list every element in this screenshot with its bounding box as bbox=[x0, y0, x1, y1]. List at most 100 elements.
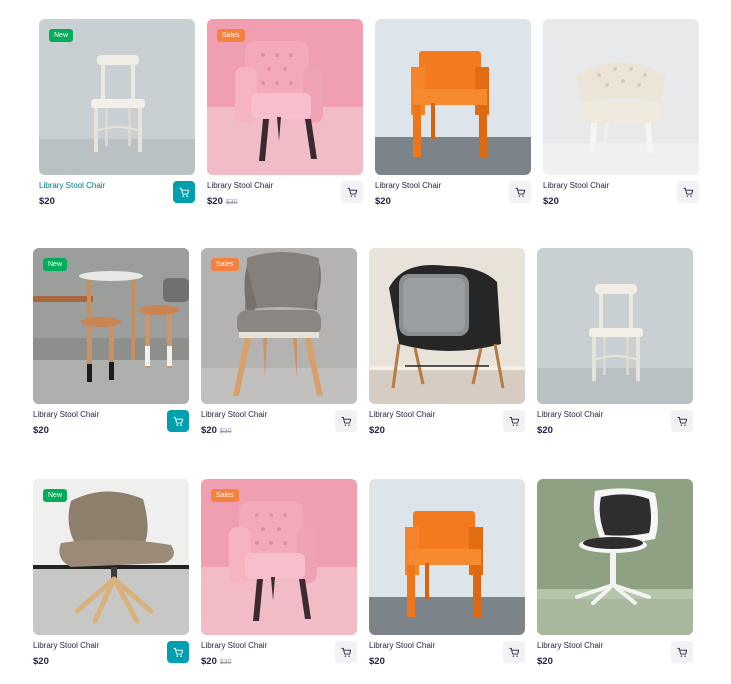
product-price: $20 bbox=[369, 425, 385, 436]
add-to-cart-button[interactable] bbox=[341, 181, 363, 203]
add-to-cart-button[interactable] bbox=[167, 410, 189, 432]
product-image[interactable]: New bbox=[39, 19, 195, 175]
add-to-cart-button[interactable] bbox=[335, 410, 357, 432]
product-card-1-1[interactable]: New Library Stool Chair $20 bbox=[39, 19, 195, 221]
add-to-cart-button[interactable] bbox=[335, 641, 357, 663]
product-photo-white-wooden-chair bbox=[39, 19, 195, 175]
product-photo-pink-armchair bbox=[207, 19, 363, 175]
product-name[interactable]: Library Stool Chair bbox=[375, 181, 531, 190]
product-photo-lounge-chair bbox=[33, 479, 189, 635]
product-image[interactable]: Sales bbox=[201, 248, 357, 404]
product-photo-office-swivel-chair bbox=[537, 479, 693, 635]
price-line: $20 bbox=[543, 196, 699, 207]
product-card-3-3[interactable]: Library Stool Chair $20 bbox=[369, 479, 525, 681]
product-image[interactable]: New bbox=[33, 479, 189, 635]
product-image[interactable] bbox=[369, 479, 525, 635]
price-line: $20 bbox=[369, 656, 525, 667]
product-name[interactable]: Library Stool Chair bbox=[201, 410, 357, 419]
product-badge: Sales bbox=[217, 29, 245, 42]
product-image[interactable] bbox=[369, 248, 525, 404]
product-card-1-3[interactable]: Library Stool Chair $20 bbox=[375, 19, 531, 221]
product-name[interactable]: Library Stool Chair bbox=[201, 641, 357, 650]
product-name[interactable]: Library Stool Chair bbox=[543, 181, 699, 190]
price-line: $20 $30 bbox=[207, 196, 363, 207]
product-card-3-1[interactable]: New Library Stool Chair $20 bbox=[33, 479, 189, 681]
add-to-cart-button[interactable] bbox=[503, 410, 525, 432]
product-info: Library Stool Chair $20 bbox=[543, 181, 699, 221]
cart-icon bbox=[178, 187, 189, 197]
product-name[interactable]: Library Stool Chair bbox=[207, 181, 363, 190]
product-price: $20 bbox=[201, 656, 217, 667]
product-image[interactable]: Sales bbox=[207, 19, 363, 175]
product-card-3-2[interactable]: Sales Library Stool Chair $20 $30 bbox=[201, 479, 357, 681]
cart-icon bbox=[346, 187, 357, 197]
product-info: Library Stool Chair $20 $30 bbox=[207, 181, 363, 221]
product-row-3: New Library Stool Chair $20 Sales Librar… bbox=[33, 479, 693, 681]
product-card-2-4[interactable]: Library Stool Chair $20 bbox=[537, 248, 693, 450]
add-to-cart-button[interactable] bbox=[173, 181, 195, 203]
product-price: $20 bbox=[543, 196, 559, 207]
product-card-2-2[interactable]: Sales Library Stool Chair $20 $30 bbox=[201, 248, 357, 450]
product-badge: New bbox=[43, 258, 68, 271]
price-line: $20 bbox=[369, 425, 525, 436]
price-line: $20 $30 bbox=[201, 425, 357, 436]
product-image[interactable] bbox=[537, 248, 693, 404]
product-info: Library Stool Chair $20 bbox=[369, 410, 525, 450]
product-photo-white-wooden-chair bbox=[537, 248, 693, 404]
product-image[interactable] bbox=[375, 19, 531, 175]
product-card-1-2[interactable]: Sales Library Stool Chair $20 $30 bbox=[207, 19, 363, 221]
product-image[interactable]: New bbox=[33, 248, 189, 404]
product-card-1-4[interactable]: Library Stool Chair $20 bbox=[543, 19, 699, 221]
product-price: $20 bbox=[537, 656, 553, 667]
cart-icon bbox=[508, 647, 519, 657]
product-card-3-4[interactable]: Library Stool Chair $20 bbox=[537, 479, 693, 681]
cart-icon bbox=[676, 647, 687, 657]
product-price: $20 bbox=[201, 425, 217, 436]
product-name[interactable]: Library Stool Chair bbox=[537, 410, 693, 419]
product-row-2: New Library Stool Chair $20 Sales Librar… bbox=[33, 248, 693, 450]
add-to-cart-button[interactable] bbox=[671, 410, 693, 432]
product-name[interactable]: Library Stool Chair bbox=[39, 181, 195, 190]
price-line: $20 bbox=[537, 425, 693, 436]
product-price: $20 bbox=[207, 196, 223, 207]
product-name[interactable]: Library Stool Chair bbox=[369, 410, 525, 419]
add-to-cart-button[interactable] bbox=[677, 181, 699, 203]
product-card-2-3[interactable]: Library Stool Chair $20 bbox=[369, 248, 525, 450]
product-info: Library Stool Chair $20 bbox=[369, 641, 525, 681]
product-info: Library Stool Chair $20 bbox=[537, 410, 693, 450]
add-to-cart-button[interactable] bbox=[671, 641, 693, 663]
product-image[interactable]: Sales bbox=[201, 479, 357, 635]
product-info: Library Stool Chair $20 bbox=[375, 181, 531, 221]
product-card-2-1[interactable]: New Library Stool Chair $20 bbox=[33, 248, 189, 450]
price-line: $20 bbox=[537, 656, 693, 667]
product-price: $20 bbox=[33, 656, 49, 667]
product-photo-grey-fabric-chair bbox=[201, 248, 357, 404]
cart-icon bbox=[682, 187, 693, 197]
product-price: $20 bbox=[369, 656, 385, 667]
add-to-cart-button[interactable] bbox=[503, 641, 525, 663]
price-line: $20 bbox=[33, 656, 189, 667]
product-photo-orange-chair bbox=[375, 19, 531, 175]
product-info: Library Stool Chair $20 $30 bbox=[201, 641, 357, 681]
product-name[interactable]: Library Stool Chair bbox=[33, 410, 189, 419]
product-badge: Sales bbox=[211, 489, 239, 502]
product-name[interactable]: Library Stool Chair bbox=[33, 641, 189, 650]
price-line: $20 bbox=[33, 425, 189, 436]
product-photo-wooden-stools bbox=[33, 248, 189, 404]
product-info: Library Stool Chair $20 $30 bbox=[201, 410, 357, 450]
product-image[interactable] bbox=[543, 19, 699, 175]
product-image[interactable] bbox=[537, 479, 693, 635]
add-to-cart-button[interactable] bbox=[167, 641, 189, 663]
product-name[interactable]: Library Stool Chair bbox=[369, 641, 525, 650]
product-name[interactable]: Library Stool Chair bbox=[537, 641, 693, 650]
product-price: $20 bbox=[33, 425, 49, 436]
product-info: Library Stool Chair $20 bbox=[33, 641, 189, 681]
product-badge: Sales bbox=[211, 258, 239, 271]
product-photo-pink-armchair bbox=[201, 479, 357, 635]
cart-icon bbox=[172, 416, 183, 426]
cart-icon bbox=[340, 647, 351, 657]
cart-icon bbox=[172, 647, 183, 657]
cart-icon bbox=[508, 416, 519, 426]
product-price: $20 bbox=[39, 196, 55, 207]
add-to-cart-button[interactable] bbox=[509, 181, 531, 203]
